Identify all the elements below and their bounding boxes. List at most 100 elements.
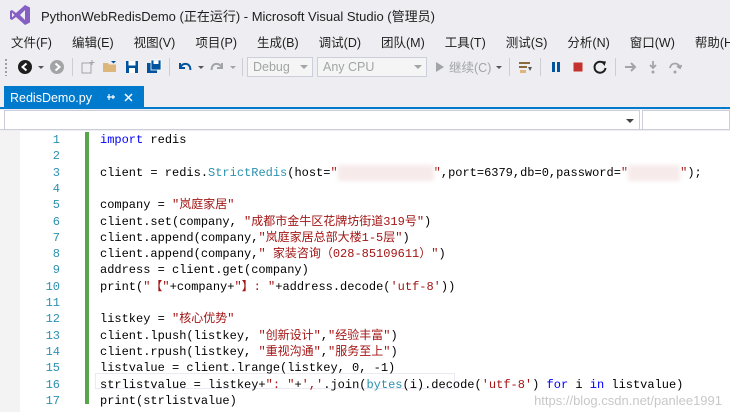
line-number: 4: [52, 181, 60, 196]
class-token: bytes: [366, 377, 403, 392]
solution-configuration-select[interactable]: Debug: [247, 56, 313, 77]
menu-file[interactable]: 文件(F): [0, 32, 61, 51]
redacted-host-value: [337, 164, 434, 181]
break-all-button[interactable]: [545, 56, 567, 78]
code-editor[interactable]: 1 2 3 4 5 6 7 8 9 10 11 12 13 14 15 16 1…: [0, 131, 730, 412]
string-token: "创新设计": [258, 328, 321, 343]
undo-icon: [179, 62, 192, 70]
indicator-margin[interactable]: [0, 131, 20, 412]
code-line: print("【"+company+"】: "+address.decode('…: [100, 279, 455, 295]
open-file-button[interactable]: [99, 56, 121, 78]
code-line: address = client.get(company): [100, 263, 309, 278]
code-line: client.rpush(listkey, "重视沟通","服务至上"): [100, 344, 398, 360]
code-token: +company+: [169, 279, 235, 294]
menu-bar: 文件(F) 编辑(E) 视图(V) 项目(P) 生成(B) 调试(D) 团队(M…: [0, 30, 730, 52]
back-button[interactable]: [14, 56, 36, 78]
keyword-token: for: [546, 377, 569, 392]
menu-project[interactable]: 项目(P): [184, 32, 246, 51]
code-token: ): [390, 344, 398, 359]
configuration-value: Debug: [253, 59, 290, 74]
menu-window[interactable]: 窗口(W): [619, 32, 684, 51]
tab-redisdemo-py[interactable]: RedisDemo.py: [4, 86, 144, 109]
string-token: "岚庭家居总部大楼1-5层": [258, 230, 403, 245]
toolbar-separator: [615, 57, 617, 76]
redo-button[interactable]: [206, 56, 228, 78]
menu-help[interactable]: 帮助(H): [684, 32, 730, 51]
code-token: ): [438, 247, 446, 262]
menu-team[interactable]: 团队(M): [370, 32, 434, 51]
code-token: (i).decode(: [402, 377, 482, 392]
new-project-button[interactable]: [77, 56, 99, 78]
chevron-down-icon: [496, 65, 503, 69]
close-icon[interactable]: [122, 91, 136, 105]
save-all-button[interactable]: [143, 56, 165, 78]
line-number: 2: [52, 149, 60, 164]
forward-button[interactable]: [46, 56, 68, 78]
keyword-token: in: [589, 377, 605, 392]
code-line: client.append(company," 家装咨询（028-8510961…: [100, 246, 446, 262]
solution-platform-select[interactable]: Any CPU: [317, 56, 427, 77]
code-token: listkey =: [100, 312, 173, 327]
menu-view[interactable]: 视图(V): [123, 32, 185, 51]
string-token: "【": [143, 279, 170, 294]
menu-debug[interactable]: 调试(D): [308, 32, 370, 51]
undo-button[interactable]: [174, 56, 196, 78]
code-line: client = redis.StrictRedis(host=" ",port…: [100, 164, 702, 181]
menu-build[interactable]: 生成(B): [246, 32, 308, 51]
code-token: ,: [320, 328, 329, 343]
code-token: client.append(company,: [100, 230, 259, 245]
dropdown-arrow-icon[interactable]: [36, 56, 46, 78]
code-token: client.set(company,: [100, 214, 245, 229]
visual-studio-logo-icon: [10, 5, 30, 25]
string-token: 'utf-8': [390, 279, 441, 294]
code-line: print(strlistvalue): [100, 393, 237, 408]
string-token: "成都市金牛区花牌坊街道319号": [244, 214, 425, 229]
menu-test[interactable]: 测试(S): [495, 32, 557, 51]
line-number: 16: [45, 377, 60, 392]
members-dropdown[interactable]: [642, 110, 730, 130]
toolbar-grip[interactable]: [4, 57, 8, 76]
toolbar-separator: [169, 57, 170, 76]
menu-tools[interactable]: 工具(T): [434, 32, 495, 51]
window-title: PythonWebRedisDemo (正在运行) - Microsoft Vi…: [41, 8, 435, 24]
code-token: .join(: [323, 377, 367, 392]
navigation-bar: [0, 110, 730, 130]
step-into-button[interactable]: [642, 56, 664, 78]
chevron-down-icon: [300, 64, 308, 69]
forward-arrow-icon: [50, 59, 64, 74]
save-button[interactable]: [121, 56, 143, 78]
application-insights-button[interactable]: [514, 56, 536, 78]
code-text-area[interactable]: import redis client = redis.StrictRedis(…: [100, 131, 730, 412]
watermark-text: https://blog.csdn.net/panlee1991: [534, 393, 722, 408]
code-line: company = "岚庭家居": [100, 197, 234, 213]
standard-toolbar: Debug Any CPU 继续(C): [0, 53, 730, 80]
code-token: listvalue): [604, 377, 684, 392]
stop-debugging-button[interactable]: [567, 56, 589, 78]
menu-edit[interactable]: 编辑(E): [61, 32, 123, 51]
redo-dropdown-icon[interactable]: [228, 56, 238, 78]
pin-icon[interactable]: [104, 91, 118, 105]
string-token: ',': [301, 377, 324, 392]
line-number: 10: [45, 279, 60, 294]
step-over-icon: [669, 62, 683, 73]
continue-label: 继续(C): [449, 61, 492, 75]
code-token: strlistvalue = listkey+: [100, 377, 266, 392]
menu-analyze[interactable]: 分析(N): [556, 32, 618, 51]
code-token: print(: [100, 279, 144, 294]
code-token: )): [440, 279, 456, 294]
continue-button[interactable]: 继续(C): [431, 56, 505, 78]
code-line: client.lpush(listkey, "创新设计","经验丰富"): [100, 328, 398, 344]
restart-icon: [593, 60, 607, 74]
restart-button[interactable]: [589, 56, 611, 78]
code-token: +: [294, 377, 302, 392]
step-over-button[interactable]: [664, 56, 686, 78]
code-token: ): [390, 328, 398, 343]
lightbulb-icon: [519, 61, 533, 73]
types-dropdown[interactable]: [4, 110, 640, 130]
string-token: "重视沟通": [258, 344, 321, 359]
undo-dropdown-icon[interactable]: [196, 56, 206, 78]
keyword-token: import: [100, 133, 144, 147]
code-token: company =: [100, 198, 173, 213]
toolbar-separator: [242, 57, 243, 76]
show-next-statement-button[interactable]: [620, 56, 642, 78]
